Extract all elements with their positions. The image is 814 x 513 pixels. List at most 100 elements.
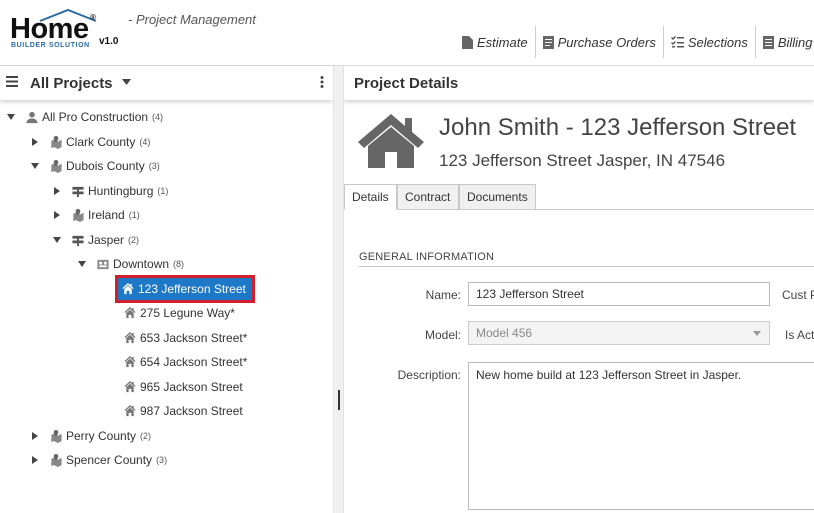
- tree-node-label: 965 Jackson Street: [140, 380, 243, 394]
- app-header: Home ® BUILDER SOLUTION v1.0 - Project M…: [0, 0, 814, 66]
- tree-node-count: (1): [128, 210, 140, 220]
- tree-node-label: 654 Jackson Street*: [140, 355, 248, 369]
- tree-node-count: (4): [152, 112, 164, 122]
- app-logo[interactable]: Home ® BUILDER SOLUTION v1.0: [8, 8, 126, 54]
- tree-node-selected[interactable]: 123 Jefferson Street: [115, 275, 255, 303]
- county-icon: [50, 135, 62, 149]
- tree-toggle[interactable]: [30, 138, 40, 146]
- logo-registered: ®: [90, 13, 96, 22]
- purchase-orders-label: Purchase Orders: [557, 34, 656, 50]
- tree-toggle[interactable]: [52, 187, 62, 195]
- section-divider: [359, 266, 814, 267]
- tree-node-count: (2): [140, 431, 152, 441]
- caret-right-icon: [54, 187, 60, 195]
- tree-node[interactable]: Spencer County (3): [30, 449, 167, 471]
- tree-node[interactable]: Huntingburg (1): [52, 180, 168, 202]
- billing-button[interactable]: Billing: [754, 26, 814, 58]
- county-icon: [50, 159, 62, 173]
- app-subtitle: - Project Management: [128, 12, 256, 27]
- tree-node-label: Ireland: [88, 208, 125, 222]
- kebab-menu-icon[interactable]: [320, 76, 324, 88]
- tree-node[interactable]: 653 Jackson Street*: [124, 327, 247, 349]
- cust-label: Cust P: [782, 288, 814, 302]
- tree-toggle[interactable]: [52, 211, 62, 219]
- caret-down-icon: [7, 114, 15, 120]
- tree-node-count: (3): [148, 161, 160, 171]
- tree-node-label: 987 Jackson Street: [140, 404, 243, 418]
- tree-node[interactable]: Clark County (4): [30, 131, 150, 153]
- county-icon: [72, 208, 84, 222]
- tree-node-label: Spencer County: [66, 453, 153, 467]
- house-icon: [358, 114, 424, 168]
- tree-node-count: (2): [128, 235, 140, 245]
- main-toolbar: Estimate Purchase Orders Selections Bill…: [455, 26, 814, 58]
- tree-node[interactable]: Dubois County (3): [30, 155, 160, 177]
- checklist-icon: [670, 36, 684, 48]
- estimate-button[interactable]: Estimate: [455, 26, 535, 58]
- project-details-header: Project Details: [344, 66, 814, 100]
- name-label: Name:: [425, 288, 461, 302]
- house-icon: [124, 355, 136, 369]
- tree-toggle[interactable]: [77, 261, 87, 267]
- description-textarea[interactable]: New home build at 123 Jefferson Street i…: [468, 362, 814, 510]
- tab-contract[interactable]: Contract: [397, 184, 459, 210]
- logo-subtext: BUILDER SOLUTION: [11, 42, 90, 49]
- projects-panel-title[interactable]: All Projects: [30, 75, 113, 92]
- tree-toggle[interactable]: [52, 237, 62, 243]
- tree-node-count: (8): [173, 259, 185, 269]
- person-icon: [26, 111, 38, 124]
- purchase-orders-button[interactable]: Purchase Orders: [534, 26, 663, 58]
- tree-node[interactable]: 987 Jackson Street: [124, 400, 243, 422]
- tab-label: Documents: [467, 190, 528, 204]
- tree-node[interactable]: 275 Legune Way*: [124, 302, 235, 324]
- tree-toggle[interactable]: [30, 163, 40, 169]
- tree-node-label: All Pro Construction: [42, 110, 149, 124]
- projects-panel-header: All Projects: [0, 66, 333, 100]
- model-select[interactable]: Model 456: [468, 321, 770, 345]
- tree-node[interactable]: 965 Jackson Street: [124, 376, 243, 398]
- house-icon: [122, 282, 134, 296]
- selections-label: Selections: [687, 34, 748, 50]
- tree-node[interactable]: Jasper (2): [52, 229, 139, 251]
- section-title: GENERAL INFORMATION: [359, 251, 495, 263]
- detail-tabs: Details Contract Documents: [344, 184, 814, 210]
- splitter-grip[interactable]: [338, 390, 340, 410]
- tree-node-label: Downtown: [113, 257, 170, 271]
- tree-toggle[interactable]: [30, 456, 40, 464]
- selections-button[interactable]: Selections: [662, 26, 755, 58]
- chevron-down-icon: [753, 331, 761, 336]
- tree-node-label: Dubois County: [66, 159, 145, 173]
- tree-toggle[interactable]: [6, 114, 16, 120]
- caret-down-icon: [53, 237, 61, 243]
- caret-right-icon: [32, 432, 38, 440]
- tree-node[interactable]: 654 Jackson Street*: [124, 351, 247, 373]
- house-icon: [124, 404, 136, 418]
- name-field[interactable]: 123 Jefferson Street: [468, 282, 770, 306]
- caret-right-icon: [54, 211, 60, 219]
- project-title: John Smith - 123 Jefferson Street: [439, 114, 797, 141]
- description-label: Description:: [397, 368, 461, 382]
- county-icon: [50, 453, 62, 467]
- tree-node[interactable]: Perry County (2): [30, 425, 151, 447]
- panel-splitter[interactable]: [333, 66, 344, 513]
- caret-down-icon: [78, 261, 86, 267]
- hamburger-menu-icon[interactable]: [6, 76, 18, 87]
- tree-node-label: Clark County: [66, 135, 136, 149]
- caret-right-icon: [32, 456, 38, 464]
- name-value: 123 Jefferson Street: [476, 287, 584, 301]
- tree-node-count: (3): [156, 455, 168, 465]
- tab-details[interactable]: Details: [344, 184, 397, 210]
- document-icon: [462, 35, 473, 49]
- tree-node[interactable]: Downtown (8): [77, 253, 184, 275]
- tree-node[interactable]: Ireland (1): [52, 204, 140, 226]
- tree-toggle[interactable]: [30, 432, 40, 440]
- model-label: Model:: [424, 328, 461, 342]
- tree-node-count: (1): [157, 186, 169, 196]
- tab-label: Contract: [405, 190, 451, 204]
- tab-documents[interactable]: Documents: [459, 184, 536, 210]
- logo-text: Home: [10, 13, 89, 45]
- tree-node[interactable]: All Pro Construction (4): [6, 106, 163, 128]
- house-icon: [124, 331, 136, 345]
- caret-down-icon[interactable]: [122, 79, 131, 85]
- model-value: Model 456: [476, 326, 533, 340]
